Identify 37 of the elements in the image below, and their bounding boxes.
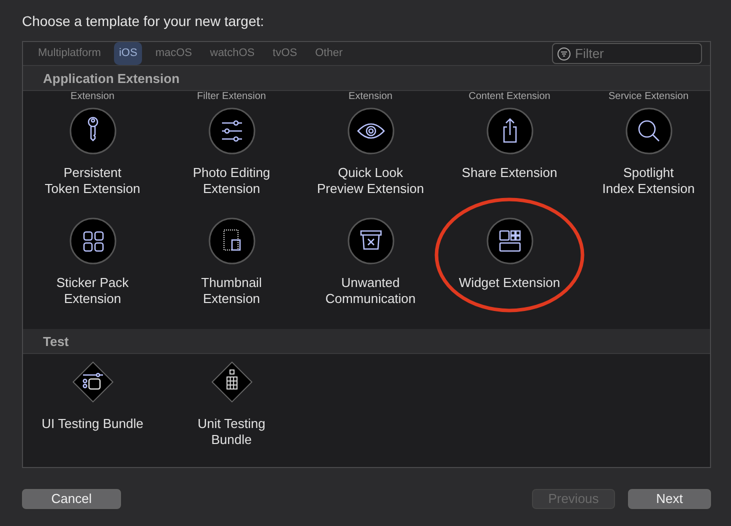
template-label: Content Extension xyxy=(468,90,552,102)
template-label: Widget Extension xyxy=(458,274,560,290)
platform-tab[interactable]: watchOS xyxy=(205,42,260,64)
key-icon[interactable] xyxy=(68,106,116,154)
template-label: Unit Testing Bundle xyxy=(198,416,266,448)
dialog-button[interactable]: Next xyxy=(628,489,711,509)
template-label: Filter Extension xyxy=(196,90,267,102)
dialog-heading: Choose a template for your new target: xyxy=(22,12,266,31)
template-label: Spotlight Index Extension xyxy=(602,164,695,196)
dialog-button[interactable]: Cancel xyxy=(22,489,121,509)
search-icon[interactable] xyxy=(624,106,672,154)
widget-icon[interactable] xyxy=(486,216,534,264)
grid-icon[interactable] xyxy=(68,216,116,264)
template-label: Service Extension xyxy=(607,90,690,102)
filter-field[interactable]: Filter xyxy=(552,42,702,64)
eye-icon[interactable] xyxy=(346,106,394,154)
section-header: Application Extension xyxy=(23,66,710,90)
platform-tab[interactable]: tvOS xyxy=(268,42,302,64)
template-label: Extension xyxy=(70,90,116,102)
platform-tab[interactable]: macOS xyxy=(150,42,197,64)
template-label: UI Testing Bundle xyxy=(42,416,144,432)
template-label: Share Extension xyxy=(462,164,558,180)
sliders-icon[interactable] xyxy=(208,106,256,154)
template-label: Persistent Token Extension xyxy=(44,164,140,196)
bin-icon[interactable] xyxy=(346,216,394,264)
template-label: Sticker Pack Extension xyxy=(56,274,129,306)
template-label: Photo Editing Extension xyxy=(192,164,270,196)
template-label: Unwanted Communication xyxy=(325,274,416,306)
section-header: Test xyxy=(23,328,710,354)
template-label: Quick Look Preview Extension xyxy=(317,164,424,196)
thumbnail-icon[interactable] xyxy=(208,216,256,264)
platform-tab[interactable]: Multiplatform xyxy=(33,42,106,64)
platform-tab[interactable]: iOS xyxy=(114,42,142,64)
share-icon[interactable] xyxy=(486,106,534,154)
platform-tab[interactable]: Other xyxy=(310,42,348,64)
template-label: Thumbnail Extension xyxy=(201,274,262,306)
template-label: Extension xyxy=(348,90,394,102)
